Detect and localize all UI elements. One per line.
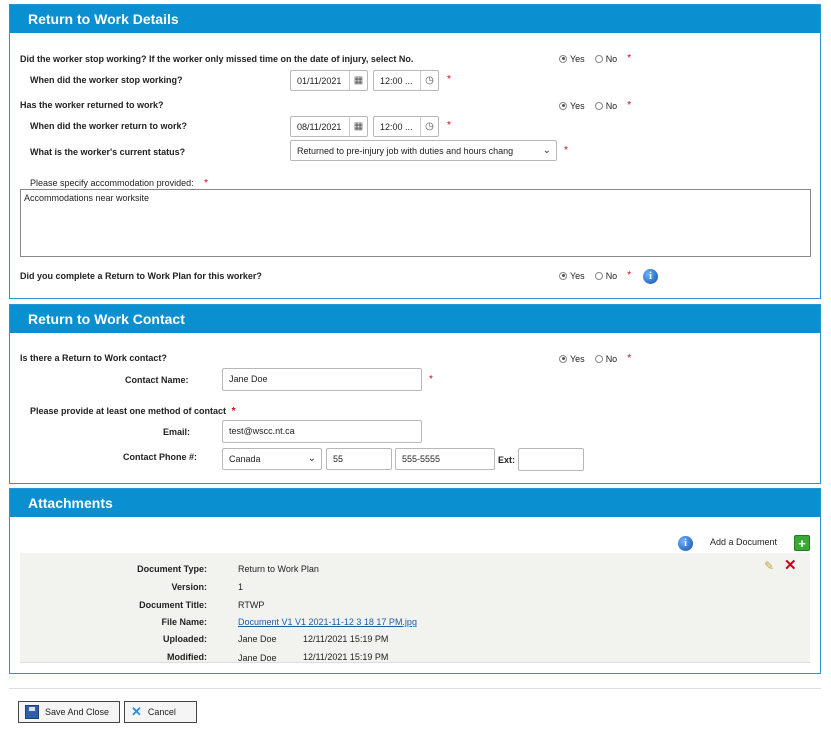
q-rtw-plan-label: Did you complete a Return to Work Plan f… xyxy=(20,271,262,281)
required-marker: * xyxy=(627,100,632,111)
email-input[interactable]: test@wscc.nt.ca xyxy=(222,420,422,443)
version-value: 1 xyxy=(238,582,244,592)
contact-name-label: Contact Name: xyxy=(125,375,189,385)
modified-by: Jane Doe xyxy=(238,653,277,663)
returned-radio-group: Yes No * xyxy=(559,100,631,111)
stopped-yes-radio[interactable]: Yes xyxy=(559,54,585,64)
return-date-input[interactable]: 08/11/2021 ▦ xyxy=(290,116,368,137)
uploaded-at: 12/11/2021 15:19 PM xyxy=(303,634,389,644)
doc-type-value: Return to Work Plan xyxy=(238,564,319,574)
required-marker: * xyxy=(447,74,451,85)
ext-input[interactable] xyxy=(518,448,584,471)
rtw-details-header: Return to Work Details xyxy=(10,5,820,33)
save-icon xyxy=(25,705,39,719)
returned-no-radio[interactable]: No xyxy=(594,101,617,111)
stop-date-input[interactable]: 01/11/2021 ▦ xyxy=(290,70,368,91)
rtw-plan-radio-group: Yes No * xyxy=(559,270,631,281)
chevron-down-icon: ⌄ xyxy=(542,145,551,156)
stopped-radio-group: Yes No * xyxy=(559,53,631,64)
calendar-icon[interactable]: ▦ xyxy=(349,117,367,136)
q-contact-label: Is there a Return to Work contact? xyxy=(20,353,167,363)
stop-time-input[interactable]: 12:00 ... ◷ xyxy=(373,70,439,91)
save-close-button[interactable]: Save And Close xyxy=(18,701,120,723)
add-document-link[interactable]: Add a Document xyxy=(710,537,777,547)
clock-icon[interactable]: ◷ xyxy=(420,117,438,136)
required-marker: * xyxy=(627,53,632,64)
calendar-icon[interactable]: ▦ xyxy=(349,71,367,90)
contact-yes-radio[interactable]: Yes xyxy=(559,354,585,364)
info-icon[interactable]: i xyxy=(678,536,693,551)
doc-title-label: Document Title: xyxy=(139,600,207,610)
version-label: Version: xyxy=(171,582,207,592)
doc-title-value: RTWP xyxy=(238,600,265,610)
attachments-panel: Attachments i Add a Document + ✎ ✕ Docum… xyxy=(9,488,821,674)
area-code-input[interactable]: 55 xyxy=(326,448,392,470)
status-select[interactable]: Returned to pre-injury job with duties a… xyxy=(290,140,557,161)
phone-label: Contact Phone #: xyxy=(123,452,198,462)
q-return-date-label: When did the worker return to work? xyxy=(30,121,188,131)
q-accommodation-label: Please specify accommodation provided: * xyxy=(30,178,209,189)
attachments-header: Attachments xyxy=(10,489,820,517)
q-stop-date-label: When did the worker stop working? xyxy=(30,75,183,85)
stopped-no-radio[interactable]: No xyxy=(594,54,617,64)
modified-label: Modified: xyxy=(167,652,207,662)
email-label: Email: xyxy=(163,427,191,437)
accommodation-textarea[interactable]: Accommodations near worksite xyxy=(20,189,811,257)
modified-at: 12/11/2021 15:19 PM xyxy=(303,652,389,662)
info-icon[interactable]: i xyxy=(643,269,658,284)
document-record: ✎ ✕ Document Type: Return to Work Plan V… xyxy=(20,553,810,663)
chevron-down-icon: ⌄ xyxy=(307,453,316,464)
contact-name-input[interactable]: Jane Doe xyxy=(222,368,422,391)
required-marker: * xyxy=(429,374,433,385)
delete-icon[interactable]: ✕ xyxy=(784,556,797,574)
required-marker: * xyxy=(627,270,632,281)
doc-type-label: Document Type: xyxy=(137,564,207,574)
cancel-icon: ✕ xyxy=(131,704,142,719)
required-marker: * xyxy=(447,120,451,131)
return-time-input[interactable]: 12:00 ... ◷ xyxy=(373,116,439,137)
q-status-label: What is the worker's current status? xyxy=(30,147,186,157)
contact-method-prompt: Please provide at least one method of co… xyxy=(30,406,236,417)
q-returned-label: Has the worker returned to work? xyxy=(20,100,164,110)
rtw-details-panel: Return to Work Details Did the worker st… xyxy=(9,4,821,299)
ext-label: Ext: xyxy=(498,455,516,465)
file-name-label: File Name: xyxy=(161,617,207,627)
add-icon[interactable]: + xyxy=(794,535,810,551)
edit-icon[interactable]: ✎ xyxy=(764,559,774,573)
uploaded-label: Uploaded: xyxy=(163,634,207,644)
uploaded-by: Jane Doe xyxy=(238,634,277,644)
returned-yes-radio[interactable]: Yes xyxy=(559,101,585,111)
rtw-contact-panel: Return to Work Contact Is there a Return… xyxy=(9,304,821,484)
file-name-link[interactable]: Document V1 V1 2021-11-12 3 18 17 PM.jpg xyxy=(238,617,417,627)
contact-radio-group: Yes No * xyxy=(559,353,631,364)
required-marker: * xyxy=(627,353,632,364)
rtw-plan-no-radio[interactable]: No xyxy=(594,271,617,281)
rtw-plan-yes-radio[interactable]: Yes xyxy=(559,271,585,281)
country-select[interactable]: Canada ⌄ xyxy=(222,448,322,470)
q-stopped-label: Did the worker stop working? If the work… xyxy=(20,54,414,64)
footer-separator xyxy=(9,688,821,689)
phone-input[interactable]: 555-5555 xyxy=(395,448,495,470)
cancel-button[interactable]: ✕ Cancel xyxy=(124,701,197,723)
contact-no-radio[interactable]: No xyxy=(594,354,617,364)
rtw-contact-header: Return to Work Contact xyxy=(10,305,820,333)
required-marker: * xyxy=(564,145,568,156)
clock-icon[interactable]: ◷ xyxy=(420,71,438,90)
